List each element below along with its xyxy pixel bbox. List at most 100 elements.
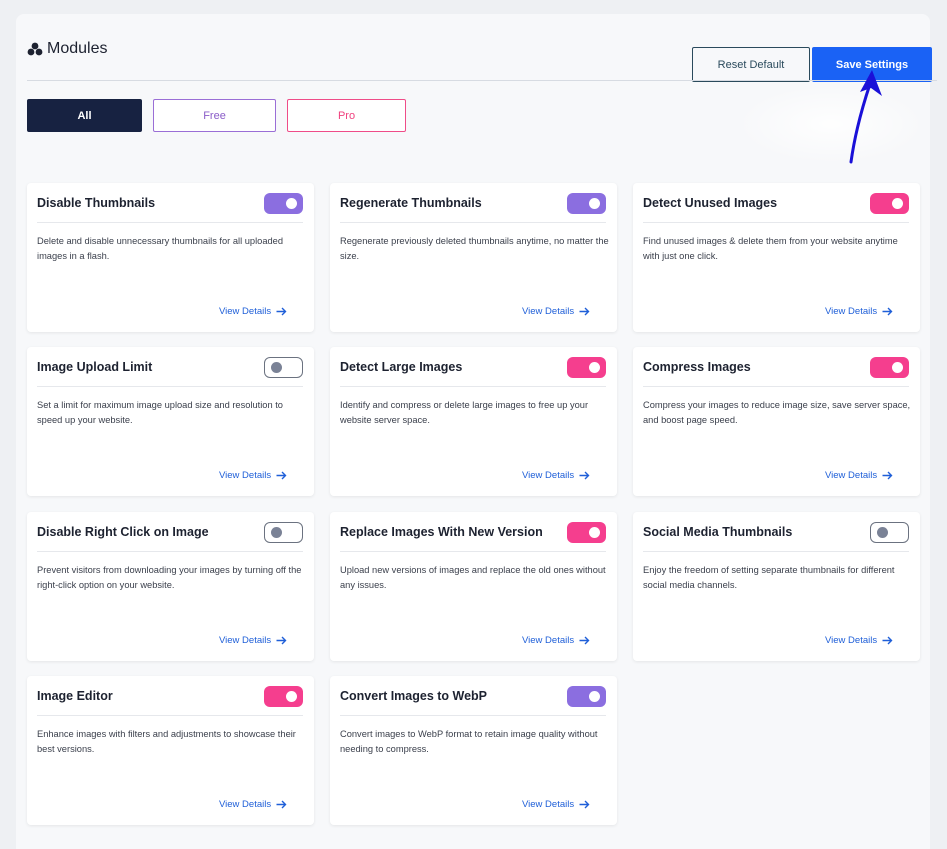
filter-pro-tab[interactable]: Pro xyxy=(287,99,406,132)
view-details-label: View Details xyxy=(522,799,575,810)
page-title: Modules xyxy=(47,40,108,57)
filter-free-tab[interactable]: Free xyxy=(153,99,276,132)
module-description: Enhance images with filters and adjustme… xyxy=(37,729,296,754)
view-details-label: View Details xyxy=(219,470,272,481)
toggle-knob xyxy=(286,198,297,209)
module-toggle[interactable] xyxy=(870,522,909,543)
module-description: Compress your images to reduce image siz… xyxy=(643,400,911,425)
module-description: Set a limit for maximum image upload siz… xyxy=(37,400,283,425)
view-details-link[interactable]: View Details xyxy=(825,635,893,646)
toggle-knob xyxy=(892,198,903,209)
module-toggle[interactable] xyxy=(264,193,303,214)
module-description: Prevent visitors from downloading your i… xyxy=(37,565,302,590)
module-toggle[interactable] xyxy=(567,522,606,543)
annotation-arrow-icon xyxy=(849,70,882,164)
module-toggle[interactable] xyxy=(567,193,606,214)
module-description: Enjoy the freedom of setting separate th… xyxy=(643,565,895,590)
module-card-regenerate-thumbnails: Regenerate Thumbnails Regenerate previous… xyxy=(330,183,617,332)
module-title: Regenerate Thumbnails xyxy=(340,196,482,210)
view-details-link[interactable]: View Details xyxy=(219,470,287,481)
card-divider xyxy=(340,222,606,223)
module-toggle[interactable] xyxy=(264,357,303,378)
view-details-label: View Details xyxy=(825,635,878,646)
module-card-disable-thumbnails: Disable Thumbnails Delete and disable unn… xyxy=(27,183,314,332)
toggle-knob xyxy=(286,691,297,702)
arrow-right-icon xyxy=(882,471,893,480)
module-description: Find unused images & delete them from yo… xyxy=(643,236,898,261)
view-details-link[interactable]: View Details xyxy=(219,306,287,317)
view-details-link[interactable]: View Details xyxy=(522,799,590,810)
card-divider xyxy=(340,551,606,552)
highlight-glow xyxy=(736,84,926,164)
card-divider xyxy=(37,715,303,716)
module-card-image-editor: Image Editor Enhance images with filters … xyxy=(27,676,314,825)
view-details-label: View Details xyxy=(825,470,878,481)
title-wrap: Modules xyxy=(27,40,107,58)
toggle-knob xyxy=(271,362,282,373)
card-divider xyxy=(37,222,303,223)
reset-default-button[interactable]: Reset Default xyxy=(692,47,810,82)
toggle-knob xyxy=(877,527,888,538)
view-details-link[interactable]: View Details xyxy=(522,635,590,646)
module-description: Regenerate previously deleted thumbnails… xyxy=(340,236,609,261)
module-title: Image Editor xyxy=(37,689,113,703)
view-details-label: View Details xyxy=(522,635,575,646)
view-details-link[interactable]: View Details xyxy=(825,306,893,317)
module-toggle[interactable] xyxy=(264,686,303,707)
view-details-link[interactable]: View Details xyxy=(825,470,893,481)
view-details-label: View Details xyxy=(522,306,575,317)
module-toggle[interactable] xyxy=(870,193,909,214)
module-card-compress-images: Compress Images Compress your images to r… xyxy=(633,347,920,496)
module-toggle[interactable] xyxy=(567,357,606,378)
card-divider xyxy=(37,386,303,387)
toggle-knob xyxy=(589,691,600,702)
module-title: Compress Images xyxy=(643,360,751,374)
module-description: Identify and compress or delete large im… xyxy=(340,400,589,425)
arrow-right-icon xyxy=(276,636,287,645)
view-details-label: View Details xyxy=(219,635,272,646)
card-divider xyxy=(643,386,909,387)
view-details-link[interactable]: View Details xyxy=(522,306,590,317)
module-title: Detect Large Images xyxy=(340,360,463,374)
arrow-right-icon xyxy=(276,471,287,480)
arrow-right-icon xyxy=(579,800,590,809)
header-divider xyxy=(27,80,937,81)
toggle-knob xyxy=(589,527,600,538)
view-details-label: View Details xyxy=(825,306,878,317)
view-details-label: View Details xyxy=(219,306,272,317)
arrow-right-icon xyxy=(882,636,893,645)
toggle-knob xyxy=(892,362,903,373)
arrow-right-icon xyxy=(276,800,287,809)
view-details-link[interactable]: View Details xyxy=(219,799,287,810)
toggle-knob xyxy=(589,362,600,373)
view-details-link[interactable]: View Details xyxy=(522,470,590,481)
module-card-convert-images-to-webp: Convert Images to WebP Convert images to … xyxy=(330,676,617,825)
module-card-social-media-thumbnails: Social Media Thumbnails Enjoy the freedom… xyxy=(633,512,920,661)
card-divider xyxy=(37,551,303,552)
arrow-right-icon xyxy=(579,307,590,316)
header: Modules Reset Default Save Settings xyxy=(27,30,932,82)
module-toggle[interactable] xyxy=(567,686,606,707)
module-title: Image Upload Limit xyxy=(37,360,153,374)
module-card-disable-right-click-on-image: Disable Right Click on Image Prevent visi… xyxy=(27,512,314,661)
toggle-knob xyxy=(589,198,600,209)
module-title: Convert Images to WebP xyxy=(340,689,488,703)
view-details-label: View Details xyxy=(219,799,272,810)
module-card-replace-images-with-new-version: Replace Images With New Version Upload ne… xyxy=(330,512,617,661)
view-details-label: View Details xyxy=(522,470,575,481)
modules-panel: Modules Reset Default Save Settings All … xyxy=(16,14,937,849)
module-card-detect-large-images: Detect Large Images Identify and compress… xyxy=(330,347,617,496)
view-details-link[interactable]: View Details xyxy=(219,635,287,646)
module-description: Delete and disable unnecessary thumbnail… xyxy=(37,236,284,261)
module-description: Convert images to WebP format to retain … xyxy=(340,729,598,754)
module-toggle[interactable] xyxy=(870,357,909,378)
arrow-right-icon xyxy=(882,307,893,316)
arrow-right-icon xyxy=(276,307,287,316)
filter-all-tab[interactable]: All xyxy=(27,99,142,132)
module-card-image-upload-limit: Image Upload Limit Set a limit for maximu… xyxy=(27,347,314,496)
card-divider xyxy=(643,222,909,223)
module-toggle[interactable] xyxy=(264,522,303,543)
card-divider xyxy=(643,551,909,552)
module-title: Social Media Thumbnails xyxy=(643,525,793,539)
toggle-knob xyxy=(271,527,282,538)
